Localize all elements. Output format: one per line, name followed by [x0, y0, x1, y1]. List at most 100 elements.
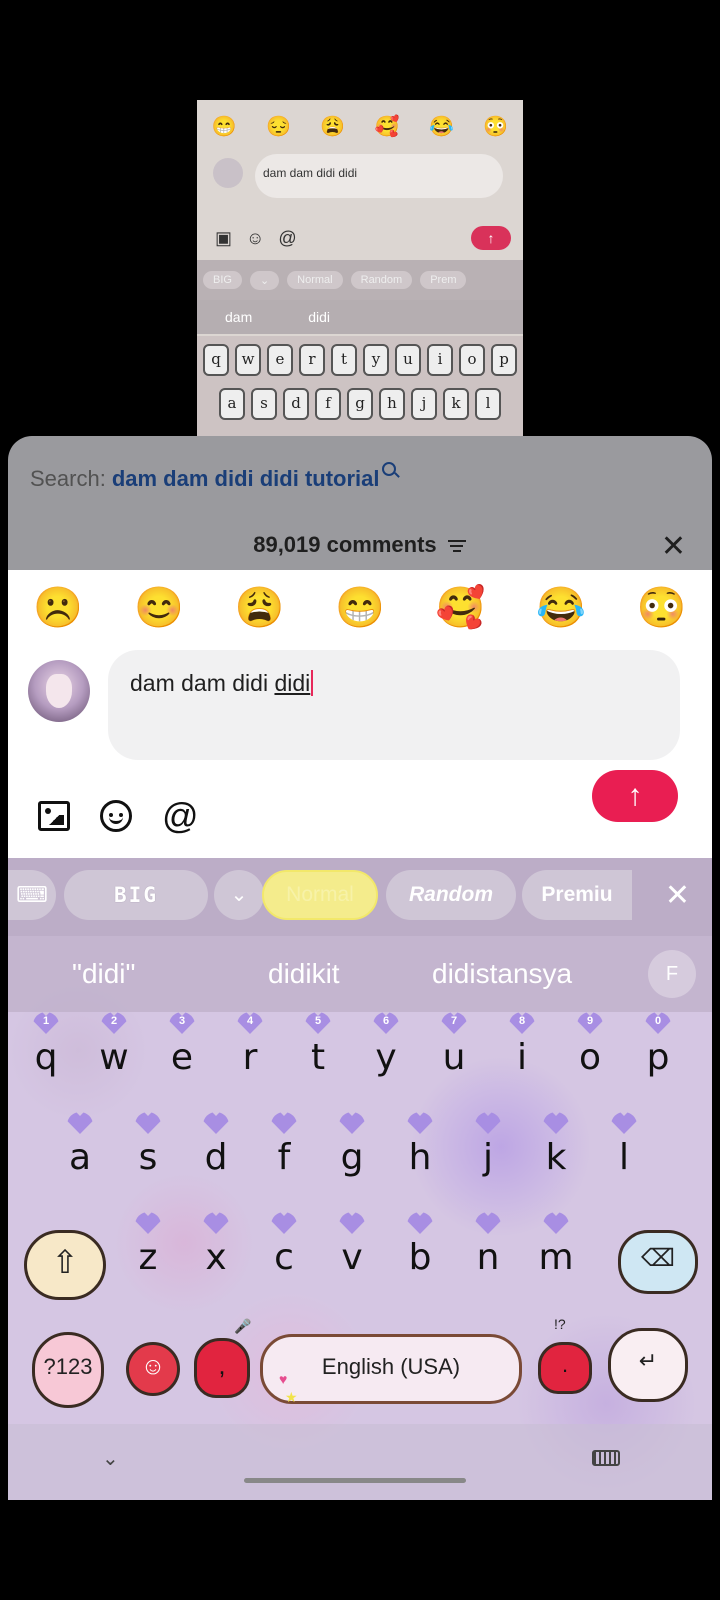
preview-emoji: 😩 [320, 116, 346, 138]
key-i[interactable]: 8i [492, 1012, 552, 1080]
emoji-button[interactable]: 🥰 [436, 584, 486, 631]
chevron-down-icon[interactable]: ⌄ [214, 870, 264, 920]
emoji-button[interactable]: 😁 [335, 584, 385, 631]
key-x[interactable]: x [186, 1212, 246, 1280]
preview-emoji: 😂 [429, 116, 454, 138]
emoji-button[interactable]: 😩 [235, 584, 285, 631]
key-n[interactable]: n [458, 1212, 518, 1280]
heart-icon [475, 1112, 501, 1134]
emoji-button[interactable]: 😂 [536, 584, 586, 631]
key-m[interactable]: m [526, 1212, 586, 1280]
key-o[interactable]: 9o [560, 1012, 620, 1080]
close-icon[interactable]: ✕ [661, 532, 686, 562]
key-r[interactable]: 4r [220, 1012, 280, 1080]
punctuation-hint: !? [554, 1316, 566, 1332]
random-font-button[interactable]: Random [386, 870, 516, 920]
key-label: m [538, 1237, 574, 1278]
mention-icon[interactable]: @ [162, 798, 199, 834]
preview-comment-input: dam dam didi didi [255, 154, 503, 198]
key-y[interactable]: 6y [356, 1012, 416, 1080]
heart-icon [611, 1112, 637, 1134]
key-label: u [442, 1037, 466, 1078]
current-word: didi [274, 670, 314, 696]
key-s[interactable]: s [118, 1112, 178, 1180]
heart-icon [203, 1112, 229, 1134]
key-a[interactable]: a [50, 1112, 110, 1180]
heart-icon [407, 1112, 433, 1134]
preview-key-o: o [459, 344, 485, 376]
key-p[interactable]: 0p [628, 1012, 688, 1080]
symbols-key[interactable]: ?123 [32, 1332, 104, 1408]
send-button[interactable]: ↑ [592, 770, 678, 822]
sheet-header: Search: dam dam didi didi tutorial 89,019… [8, 436, 712, 570]
heart-icon: 1 [33, 1012, 59, 1034]
preview-pill: ⌄ [249, 270, 280, 290]
search-suggestion[interactable]: Search: dam dam didi didi tutorial [30, 462, 396, 492]
space-bar[interactable]: ♥ ★ English (USA) [260, 1334, 522, 1405]
key-c[interactable]: c [254, 1212, 314, 1280]
search-query-link[interactable]: dam dam didi didi tutorial [112, 466, 380, 491]
big-font-button[interactable]: BIG [64, 870, 208, 920]
key-l[interactable]: l [594, 1112, 654, 1180]
key-label: r [242, 1037, 258, 1078]
key-h[interactable]: h [390, 1112, 450, 1180]
key-z[interactable]: z [118, 1212, 178, 1280]
key-label: i [516, 1037, 527, 1078]
filter-icon[interactable] [447, 537, 467, 555]
hide-keyboard-icon[interactable]: ⌄ [102, 1446, 119, 1471]
heart-icon [203, 1212, 229, 1234]
suggestion-item[interactable]: "didi" [72, 936, 135, 1012]
key-label: a [68, 1137, 92, 1178]
keyboard-switch-icon[interactable] [592, 1450, 620, 1466]
preview-emoji: 😔 [266, 116, 291, 138]
font-style-icon[interactable]: F [648, 950, 696, 998]
home-indicator[interactable] [244, 1478, 466, 1483]
shift-key[interactable]: ⇧ [24, 1230, 106, 1300]
key-w[interactable]: 2w [84, 1012, 144, 1080]
heart-icon: 3 [169, 1012, 195, 1034]
comma-key[interactable]: , [194, 1338, 250, 1398]
theme-icon[interactable]: ⌨ [8, 870, 56, 920]
key-k[interactable]: k [526, 1112, 586, 1180]
preview-key-f: f [315, 388, 341, 420]
space-bar-label: English (USA) [321, 1354, 461, 1379]
key-g[interactable]: g [322, 1112, 382, 1180]
key-j[interactable]: j [458, 1112, 518, 1180]
avatar [28, 660, 90, 722]
backspace-key[interactable]: ⌫ [618, 1230, 698, 1294]
period-key[interactable]: . [538, 1342, 592, 1394]
premium-font-button[interactable]: Premiu [522, 870, 632, 920]
key-label: s [138, 1137, 158, 1178]
key-f[interactable]: f [254, 1112, 314, 1180]
comment-input[interactable]: dam dam didi didi [108, 650, 680, 760]
heart-icon [339, 1112, 365, 1134]
key-label: o [578, 1037, 602, 1078]
emoji-button[interactable]: ☹️ [33, 584, 83, 631]
suggestion-bar: "didi" didikit didistansya F [8, 936, 712, 1012]
key-t[interactable]: 5t [288, 1012, 348, 1080]
key-q[interactable]: 1q [16, 1012, 76, 1080]
key-u[interactable]: 7u [424, 1012, 484, 1080]
heart-icon [339, 1212, 365, 1234]
emoji-button[interactable]: 😳 [637, 584, 687, 631]
close-icon[interactable]: ✕ [665, 878, 690, 913]
emoji-button[interactable]: 😊 [134, 584, 184, 631]
normal-font-button[interactable]: Normal [262, 870, 378, 920]
preview-sticker-icon: ☺ [246, 228, 265, 248]
emoji-key[interactable]: ☺ [126, 1342, 180, 1396]
key-b[interactable]: b [390, 1212, 450, 1280]
key-e[interactable]: 3e [152, 1012, 212, 1080]
preview-emoji: 🥰 [374, 116, 400, 138]
preview-key-row: qwertyuiop [203, 344, 517, 376]
suggestion-item[interactable]: didikit [268, 936, 340, 1012]
heart-icon [543, 1212, 569, 1234]
key-d[interactable]: d [186, 1112, 246, 1180]
comments-count: 89,019 comments [8, 532, 712, 558]
heart-icon: 4 [237, 1012, 263, 1034]
preview-send-button: ↑ [471, 226, 511, 250]
enter-key[interactable]: ↵ [608, 1328, 688, 1402]
sticker-icon[interactable] [100, 800, 132, 832]
key-v[interactable]: v [322, 1212, 382, 1280]
image-icon[interactable] [38, 801, 70, 831]
suggestion-item[interactable]: didistansya [432, 936, 572, 1012]
